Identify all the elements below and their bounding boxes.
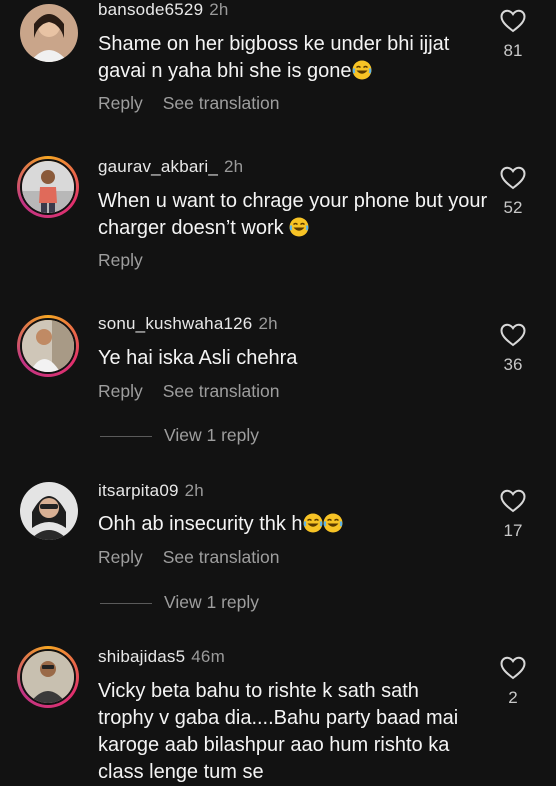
comment-actions: Reply See translation — [98, 93, 300, 114]
like-count: 52 — [503, 198, 523, 217]
like-count: 81 — [503, 41, 523, 60]
avatar[interactable] — [17, 156, 79, 218]
avatar[interactable] — [17, 315, 79, 377]
comment-text: When u want to chrage your phone but you… — [98, 190, 488, 239]
timestamp: 2h — [184, 481, 204, 500]
timestamp: 2h — [209, 0, 229, 19]
divider-line — [100, 602, 152, 604]
laughing-emoji-icon — [352, 60, 372, 80]
reply-button[interactable]: Reply — [98, 381, 143, 401]
like-heart-icon[interactable] — [500, 9, 526, 33]
divider-line — [100, 435, 152, 437]
see-translation-link[interactable]: See translation — [163, 547, 280, 567]
comment-actions: Reply See translation — [98, 547, 300, 568]
reply-button[interactable]: Reply — [98, 93, 143, 113]
reply-button[interactable]: Reply — [98, 547, 143, 567]
comment-text: Ye hai iska Asli chehra — [98, 347, 298, 369]
username[interactable]: bansode6529 — [98, 0, 203, 19]
avatar[interactable] — [20, 482, 78, 540]
comment-header: sonu_kushwaha126 2h — [98, 314, 278, 334]
like-heart-icon[interactable] — [500, 489, 526, 513]
comment-header: shibajidas5 46m — [98, 647, 225, 667]
laughing-emoji-icon — [303, 513, 323, 533]
like-heart-icon[interactable] — [500, 323, 526, 347]
comment-header: bansode6529 2h — [98, 0, 229, 20]
laughing-emoji-icon — [289, 217, 309, 237]
see-translation-link[interactable]: See translation — [163, 93, 280, 113]
avatar[interactable] — [17, 646, 79, 708]
like-count: 36 — [503, 355, 523, 374]
comment-actions: Reply See translation — [98, 381, 300, 402]
view-replies-label: View 1 reply — [164, 592, 260, 612]
comment-header: itsarpita09 2h — [98, 481, 204, 501]
comment-text: Ohh ab insecurity thk h — [98, 511, 488, 538]
like-count: 17 — [503, 521, 523, 540]
avatar[interactable] — [20, 4, 78, 62]
comment-actions: Reply — [98, 250, 163, 271]
timestamp: 46m — [191, 647, 225, 666]
timestamp: 2h — [224, 157, 244, 176]
view-replies-button[interactable]: View 1 reply — [100, 425, 259, 446]
like-heart-icon[interactable] — [500, 656, 526, 680]
username[interactable]: itsarpita09 — [98, 481, 179, 500]
like-heart-icon[interactable] — [500, 166, 526, 190]
laughing-emoji-icon — [323, 513, 343, 533]
reply-button[interactable]: Reply — [98, 250, 143, 270]
username[interactable]: sonu_kushwaha126 — [98, 314, 252, 333]
timestamp: 2h — [258, 314, 278, 333]
comment-text: Shame on her bigboss ke under bhi ijjat … — [98, 33, 450, 82]
view-replies-label: View 1 reply — [164, 425, 260, 445]
see-translation-link[interactable]: See translation — [163, 381, 280, 401]
view-replies-button[interactable]: View 1 reply — [100, 592, 259, 613]
comment-text: Vicky beta bahu to rishte k sath sath tr… — [98, 680, 459, 783]
username[interactable]: gaurav_akbari_ — [98, 157, 218, 176]
username[interactable]: shibajidas5 — [98, 647, 185, 666]
comment-header: gaurav_akbari_ 2h — [98, 157, 243, 177]
like-count: 2 — [508, 688, 518, 707]
